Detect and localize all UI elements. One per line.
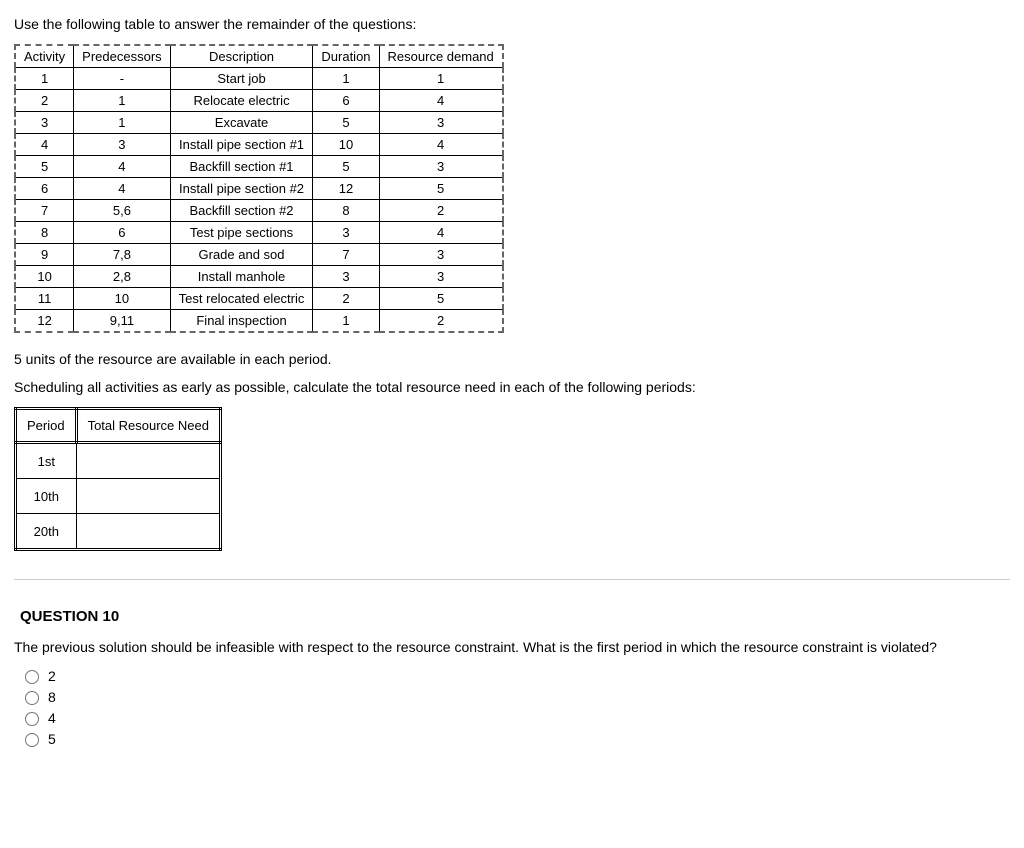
option-label: 8 [48,689,56,705]
question-title: QUESTION 10 [20,608,1010,625]
cell: 4 [15,134,74,156]
cell: 1 [15,68,74,90]
cell: Start job [170,68,313,90]
cell: 5 [379,288,503,310]
cell: Grade and sod [170,244,313,266]
cell: Relocate electric [170,90,313,112]
cell: 2,8 [74,266,170,288]
option-label: 2 [48,668,56,684]
cell: 12 [15,310,74,333]
cell: Test relocated electric [170,288,313,310]
option-radio-2[interactable] [25,670,39,684]
cell: 7 [15,200,74,222]
option-label: 4 [48,710,56,726]
period-table: Period Total Resource Need 1st 10th 20th [14,407,222,551]
cell: 9,11 [74,310,170,333]
cell: 12 [313,178,379,200]
cell: 6 [15,178,74,200]
option-radio-5[interactable] [25,733,39,747]
cell: 3 [74,134,170,156]
option-row[interactable]: 2 [20,667,1010,684]
cell: 1 [313,68,379,90]
cell: 3 [313,266,379,288]
option-row[interactable]: 8 [20,688,1010,705]
th-resource-need: Total Resource Need [76,409,220,443]
cell: 10 [74,288,170,310]
option-row[interactable]: 5 [20,730,1010,747]
cell: 3 [379,266,503,288]
th-predecessors: Predecessors [74,45,170,68]
cell: Backfill section #2 [170,200,313,222]
cell: 2 [379,310,503,333]
intro-text: Use the following table to answer the re… [14,16,1010,32]
schedule-prompt: Scheduling all activities as early as po… [14,379,1010,395]
option-row[interactable]: 4 [20,709,1010,726]
cell: 5,6 [74,200,170,222]
cell: 2 [15,90,74,112]
period-label: 20th [16,514,77,550]
cell: Install pipe section #1 [170,134,313,156]
cell: 3 [379,156,503,178]
cell: 6 [74,222,170,244]
th-description: Description [170,45,313,68]
cell: 4 [379,222,503,244]
divider [14,579,1010,580]
cell: 3 [379,112,503,134]
cell: 3 [15,112,74,134]
cell: Backfill section #1 [170,156,313,178]
cell: Install manhole [170,266,313,288]
th-activity: Activity [15,45,74,68]
cell: 3 [379,244,503,266]
cell: 1 [313,310,379,333]
option-radio-8[interactable] [25,691,39,705]
cell: 8 [15,222,74,244]
cell: 6 [313,90,379,112]
cell: 1 [74,112,170,134]
cell: 11 [15,288,74,310]
cell: 2 [313,288,379,310]
cell: Excavate [170,112,313,134]
cell: 1 [379,68,503,90]
cell: Final inspection [170,310,313,333]
cell: 5 [313,156,379,178]
cell: 10 [313,134,379,156]
cell: 7 [313,244,379,266]
cell: 8 [313,200,379,222]
cell: 1 [74,90,170,112]
cell: 9 [15,244,74,266]
cell: 4 [379,90,503,112]
activity-table: Activity Predecessors Description Durati… [14,44,504,333]
th-duration: Duration [313,45,379,68]
th-resource: Resource demand [379,45,503,68]
th-period: Period [16,409,77,443]
cell: 4 [379,134,503,156]
cell: 7,8 [74,244,170,266]
option-label: 5 [48,731,56,747]
cell: 5 [313,112,379,134]
cell: 5 [379,178,503,200]
cell: 4 [74,156,170,178]
cell: 2 [379,200,503,222]
cell: 5 [15,156,74,178]
question-text: The previous solution should be infeasib… [14,639,1010,655]
resource-need-input-10th[interactable] [76,479,220,514]
period-label: 1st [16,443,77,479]
resource-need-input-20th[interactable] [76,514,220,550]
cell: 10 [15,266,74,288]
cell: - [74,68,170,90]
cell: Install pipe section #2 [170,178,313,200]
options-group: 2 8 4 5 [20,667,1010,747]
cell: Test pipe sections [170,222,313,244]
resource-note: 5 units of the resource are available in… [14,351,1010,367]
resource-need-input-1st[interactable] [76,443,220,479]
period-label: 10th [16,479,77,514]
cell: 3 [313,222,379,244]
option-radio-4[interactable] [25,712,39,726]
cell: 4 [74,178,170,200]
